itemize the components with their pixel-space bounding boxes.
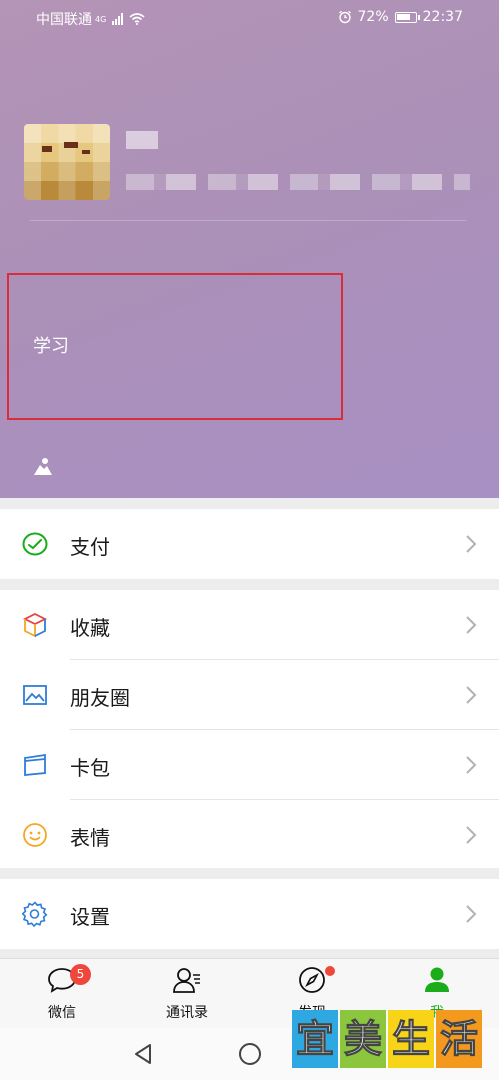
alarm-icon (338, 10, 351, 24)
compass-icon (299, 967, 325, 993)
wifi-icon (129, 13, 145, 25)
carrier-name: 中国联通 (36, 12, 92, 28)
tab-chats[interactable]: 5 微信 (0, 959, 124, 1029)
signal-icon (112, 13, 124, 25)
menu-label-settings: 设置 (70, 905, 110, 929)
status-person-icon[interactable] (32, 456, 54, 476)
gear-icon (22, 901, 48, 927)
watermark-logo: 宜 美 生 活 (292, 1010, 482, 1068)
clock: 22:37 (422, 9, 463, 25)
menu-label-stickers: 表情 (70, 826, 110, 850)
back-triangle-icon[interactable] (130, 1040, 158, 1068)
watermark-char: 活 (436, 1010, 482, 1068)
picture-icon (23, 685, 47, 705)
watermark-char: 生 (388, 1010, 434, 1068)
status-text: 学习 (33, 336, 69, 357)
menu-item-pay[interactable]: 支付 (0, 509, 499, 579)
wallet-check-icon (22, 532, 48, 556)
pay-section: 支付 (0, 509, 499, 579)
network-type: 4G (95, 14, 107, 24)
smiley-icon (23, 823, 47, 847)
contacts-icon (173, 968, 200, 993)
card-wallet-icon (24, 753, 46, 776)
status-highlight-box[interactable]: 学习 (7, 273, 343, 420)
chevron-right-icon (466, 756, 477, 774)
menu-label-moments: 朋友圈 (70, 686, 130, 710)
menu-label-cards: 卡包 (70, 756, 110, 780)
menu-item-moments[interactable]: 朋友圈 (0, 660, 499, 730)
menu-item-cards[interactable]: 卡包 (0, 730, 499, 800)
battery-percent: 72% (357, 9, 389, 25)
chevron-right-icon (466, 826, 477, 844)
tab-label-chats: 微信 (48, 1005, 76, 1021)
menu-item-favorites[interactable]: 收藏 (0, 590, 499, 660)
person-icon (425, 967, 449, 992)
cube-icon (22, 612, 48, 638)
menu-item-stickers[interactable]: 表情 (0, 800, 499, 870)
unread-badge: 5 (70, 964, 91, 985)
tab-label-contacts: 通讯录 (166, 1005, 208, 1021)
nickname-blurred[interactable] (126, 131, 158, 149)
menu-label-pay: 支付 (70, 535, 110, 559)
avatar[interactable] (24, 124, 110, 200)
watermark-char: 宜 (292, 1010, 338, 1068)
main-section: 收藏 朋友圈 卡包 表情 (0, 590, 499, 868)
chevron-right-icon (466, 686, 477, 704)
watermark-char: 美 (340, 1010, 386, 1068)
chevron-right-icon (466, 535, 477, 553)
chevron-right-icon (466, 616, 477, 634)
header-divider (30, 220, 466, 221)
menu-item-settings[interactable]: 设置 (0, 879, 499, 949)
wechat-id-blurred[interactable] (126, 174, 470, 190)
home-circle-icon[interactable] (236, 1040, 264, 1068)
profile-header: 中国联通 4G 72% 22:37 学习 (0, 0, 499, 498)
settings-section: 设置 (0, 879, 499, 949)
chevron-right-icon (466, 905, 477, 923)
status-bar: 中国联通 4G 72% 22:37 (0, 0, 499, 36)
menu-label-favorites: 收藏 (70, 616, 110, 640)
battery-icon (394, 11, 420, 23)
new-dot-badge (325, 966, 335, 976)
tab-contacts[interactable]: 通讯录 (125, 959, 249, 1029)
